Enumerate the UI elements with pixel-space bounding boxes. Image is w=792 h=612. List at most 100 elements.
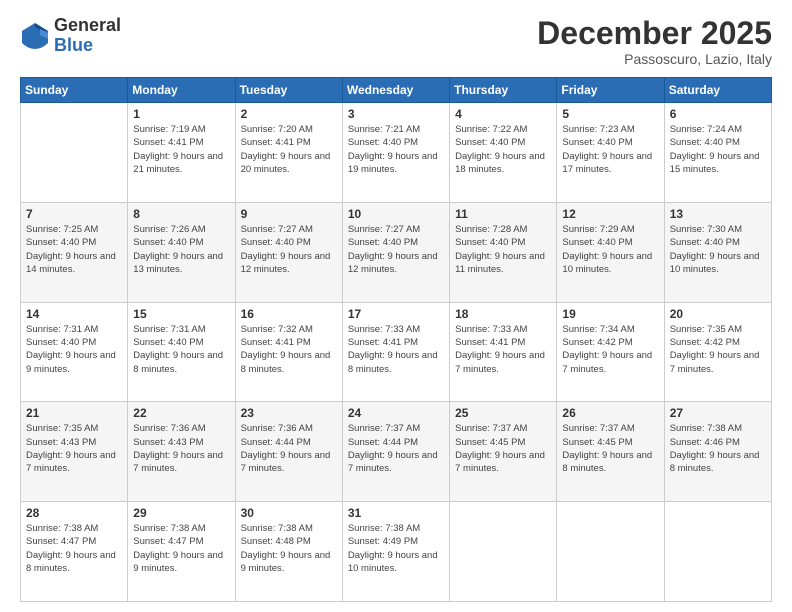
location: Passoscuro, Lazio, Italy bbox=[537, 51, 772, 67]
day-number: 24 bbox=[348, 406, 444, 420]
header-friday: Friday bbox=[557, 78, 664, 103]
day-number: 17 bbox=[348, 307, 444, 321]
day-info: Sunrise: 7:38 AMSunset: 4:48 PMDaylight:… bbox=[241, 522, 337, 575]
table-row bbox=[21, 103, 128, 203]
table-row: 16Sunrise: 7:32 AMSunset: 4:41 PMDayligh… bbox=[235, 302, 342, 402]
day-info: Sunrise: 7:38 AMSunset: 4:47 PMDaylight:… bbox=[133, 522, 229, 575]
table-row: 15 Sunrise: 7:31 AMSunset: 4:40 PMDayligh… bbox=[128, 302, 235, 402]
title-block: December 2025 Passoscuro, Lazio, Italy bbox=[537, 16, 772, 67]
table-row: 30 Sunrise: 7:38 AMSunset: 4:48 PMDayligh… bbox=[235, 502, 342, 602]
day-info: Sunrise: 7:27 AMSunset: 4:40 PMDaylight:… bbox=[241, 223, 337, 276]
day-info: Sunrise: 7:31 AMSunset: 4:40 PMDaylight:… bbox=[133, 323, 229, 376]
day-number: 27 bbox=[670, 406, 766, 420]
day-info: Sunrise: 7:36 AMSunset: 4:44 PMDaylight:… bbox=[241, 422, 337, 475]
day-info: Sunrise: 7:21 AMSunset: 4:40 PMDaylight:… bbox=[348, 123, 444, 176]
day-number: 19 bbox=[562, 307, 658, 321]
day-number: 25 bbox=[455, 406, 551, 420]
month-title: December 2025 bbox=[537, 16, 772, 51]
table-row: 27 Sunrise: 7:38 AMSunset: 4:46 PMDayligh… bbox=[664, 402, 771, 502]
day-info: Sunrise: 7:38 AMSunset: 4:46 PMDaylight:… bbox=[670, 422, 766, 475]
calendar-header-row: Sunday Monday Tuesday Wednesday Thursday… bbox=[21, 78, 772, 103]
calendar-table: Sunday Monday Tuesday Wednesday Thursday… bbox=[20, 77, 772, 602]
day-number: 14 bbox=[26, 307, 122, 321]
header-thursday: Thursday bbox=[450, 78, 557, 103]
calendar-week-row: 21 Sunrise: 7:35 AMSunset: 4:43 PMDayligh… bbox=[21, 402, 772, 502]
table-row: 11Sunrise: 7:28 AMSunset: 4:40 PMDayligh… bbox=[450, 202, 557, 302]
logo-text: General Blue bbox=[54, 16, 121, 56]
day-info: Sunrise: 7:32 AMSunset: 4:41 PMDaylight:… bbox=[241, 323, 337, 376]
day-info: Sunrise: 7:29 AMSunset: 4:40 PMDaylight:… bbox=[562, 223, 658, 276]
header-wednesday: Wednesday bbox=[342, 78, 449, 103]
day-info: Sunrise: 7:37 AMSunset: 4:44 PMDaylight:… bbox=[348, 422, 444, 475]
table-row: 22Sunrise: 7:36 AMSunset: 4:43 PMDayligh… bbox=[128, 402, 235, 502]
day-number: 21 bbox=[26, 406, 122, 420]
day-info: Sunrise: 7:27 AMSunset: 4:40 PMDaylight:… bbox=[348, 223, 444, 276]
day-number: 8 bbox=[133, 207, 229, 221]
day-number: 13 bbox=[670, 207, 766, 221]
day-number: 30 bbox=[241, 506, 337, 520]
table-row: 4Sunrise: 7:22 AMSunset: 4:40 PMDaylight… bbox=[450, 103, 557, 203]
day-number: 4 bbox=[455, 107, 551, 121]
table-row bbox=[450, 502, 557, 602]
table-row: 18 Sunrise: 7:33 AMSunset: 4:41 PMDayligh… bbox=[450, 302, 557, 402]
day-info: Sunrise: 7:31 AMSunset: 4:40 PMDaylight:… bbox=[26, 323, 122, 376]
table-row: 5 Sunrise: 7:23 AMSunset: 4:40 PMDaylight… bbox=[557, 103, 664, 203]
day-info: Sunrise: 7:26 AMSunset: 4:40 PMDaylight:… bbox=[133, 223, 229, 276]
day-info: Sunrise: 7:37 AMSunset: 4:45 PMDaylight:… bbox=[562, 422, 658, 475]
day-number: 5 bbox=[562, 107, 658, 121]
logo-icon bbox=[20, 21, 50, 51]
table-row: 6 Sunrise: 7:24 AMSunset: 4:40 PMDaylight… bbox=[664, 103, 771, 203]
day-number: 7 bbox=[26, 207, 122, 221]
table-row: 17 Sunrise: 7:33 AMSunset: 4:41 PMDayligh… bbox=[342, 302, 449, 402]
day-number: 28 bbox=[26, 506, 122, 520]
day-info: Sunrise: 7:25 AMSunset: 4:40 PMDaylight:… bbox=[26, 223, 122, 276]
day-info: Sunrise: 7:34 AMSunset: 4:42 PMDaylight:… bbox=[562, 323, 658, 376]
table-row: 14 Sunrise: 7:31 AMSunset: 4:40 PMDayligh… bbox=[21, 302, 128, 402]
day-number: 11 bbox=[455, 207, 551, 221]
header-monday: Monday bbox=[128, 78, 235, 103]
table-row bbox=[664, 502, 771, 602]
table-row: 19 Sunrise: 7:34 AMSunset: 4:42 PMDayligh… bbox=[557, 302, 664, 402]
calendar-week-row: 7 Sunrise: 7:25 AMSunset: 4:40 PMDaylight… bbox=[21, 202, 772, 302]
day-number: 23 bbox=[241, 406, 337, 420]
day-info: Sunrise: 7:33 AMSunset: 4:41 PMDaylight:… bbox=[455, 323, 551, 376]
table-row: 7 Sunrise: 7:25 AMSunset: 4:40 PMDaylight… bbox=[21, 202, 128, 302]
day-number: 9 bbox=[241, 207, 337, 221]
table-row: 10 Sunrise: 7:27 AMSunset: 4:40 PMDayligh… bbox=[342, 202, 449, 302]
day-number: 22 bbox=[133, 406, 229, 420]
day-info: Sunrise: 7:20 AMSunset: 4:41 PMDaylight:… bbox=[241, 123, 337, 176]
table-row: 13 Sunrise: 7:30 AMSunset: 4:40 PMDayligh… bbox=[664, 202, 771, 302]
day-number: 29 bbox=[133, 506, 229, 520]
day-number: 31 bbox=[348, 506, 444, 520]
day-info: Sunrise: 7:38 AMSunset: 4:47 PMDaylight:… bbox=[26, 522, 122, 575]
day-number: 26 bbox=[562, 406, 658, 420]
table-row: 28 Sunrise: 7:38 AMSunset: 4:47 PMDayligh… bbox=[21, 502, 128, 602]
day-number: 15 bbox=[133, 307, 229, 321]
table-row: 1Sunrise: 7:19 AMSunset: 4:41 PMDaylight… bbox=[128, 103, 235, 203]
day-info: Sunrise: 7:23 AMSunset: 4:40 PMDaylight:… bbox=[562, 123, 658, 176]
calendar-week-row: 1Sunrise: 7:19 AMSunset: 4:41 PMDaylight… bbox=[21, 103, 772, 203]
calendar-week-row: 28 Sunrise: 7:38 AMSunset: 4:47 PMDayligh… bbox=[21, 502, 772, 602]
logo: General Blue bbox=[20, 16, 121, 56]
day-info: Sunrise: 7:35 AMSunset: 4:43 PMDaylight:… bbox=[26, 422, 122, 475]
day-info: Sunrise: 7:24 AMSunset: 4:40 PMDaylight:… bbox=[670, 123, 766, 176]
header-tuesday: Tuesday bbox=[235, 78, 342, 103]
table-row: 2 Sunrise: 7:20 AMSunset: 4:41 PMDaylight… bbox=[235, 103, 342, 203]
day-number: 18 bbox=[455, 307, 551, 321]
table-row: 3 Sunrise: 7:21 AMSunset: 4:40 PMDaylight… bbox=[342, 103, 449, 203]
day-info: Sunrise: 7:37 AMSunset: 4:45 PMDaylight:… bbox=[455, 422, 551, 475]
table-row: 23 Sunrise: 7:36 AMSunset: 4:44 PMDayligh… bbox=[235, 402, 342, 502]
day-info: Sunrise: 7:33 AMSunset: 4:41 PMDaylight:… bbox=[348, 323, 444, 376]
logo-general-text: General bbox=[54, 16, 121, 36]
header: General Blue December 2025 Passoscuro, L… bbox=[20, 16, 772, 67]
page: General Blue December 2025 Passoscuro, L… bbox=[0, 0, 792, 612]
day-number: 3 bbox=[348, 107, 444, 121]
day-info: Sunrise: 7:30 AMSunset: 4:40 PMDaylight:… bbox=[670, 223, 766, 276]
day-number: 6 bbox=[670, 107, 766, 121]
table-row: 21 Sunrise: 7:35 AMSunset: 4:43 PMDayligh… bbox=[21, 402, 128, 502]
day-number: 2 bbox=[241, 107, 337, 121]
header-sunday: Sunday bbox=[21, 78, 128, 103]
header-saturday: Saturday bbox=[664, 78, 771, 103]
day-number: 10 bbox=[348, 207, 444, 221]
calendar-week-row: 14 Sunrise: 7:31 AMSunset: 4:40 PMDayligh… bbox=[21, 302, 772, 402]
